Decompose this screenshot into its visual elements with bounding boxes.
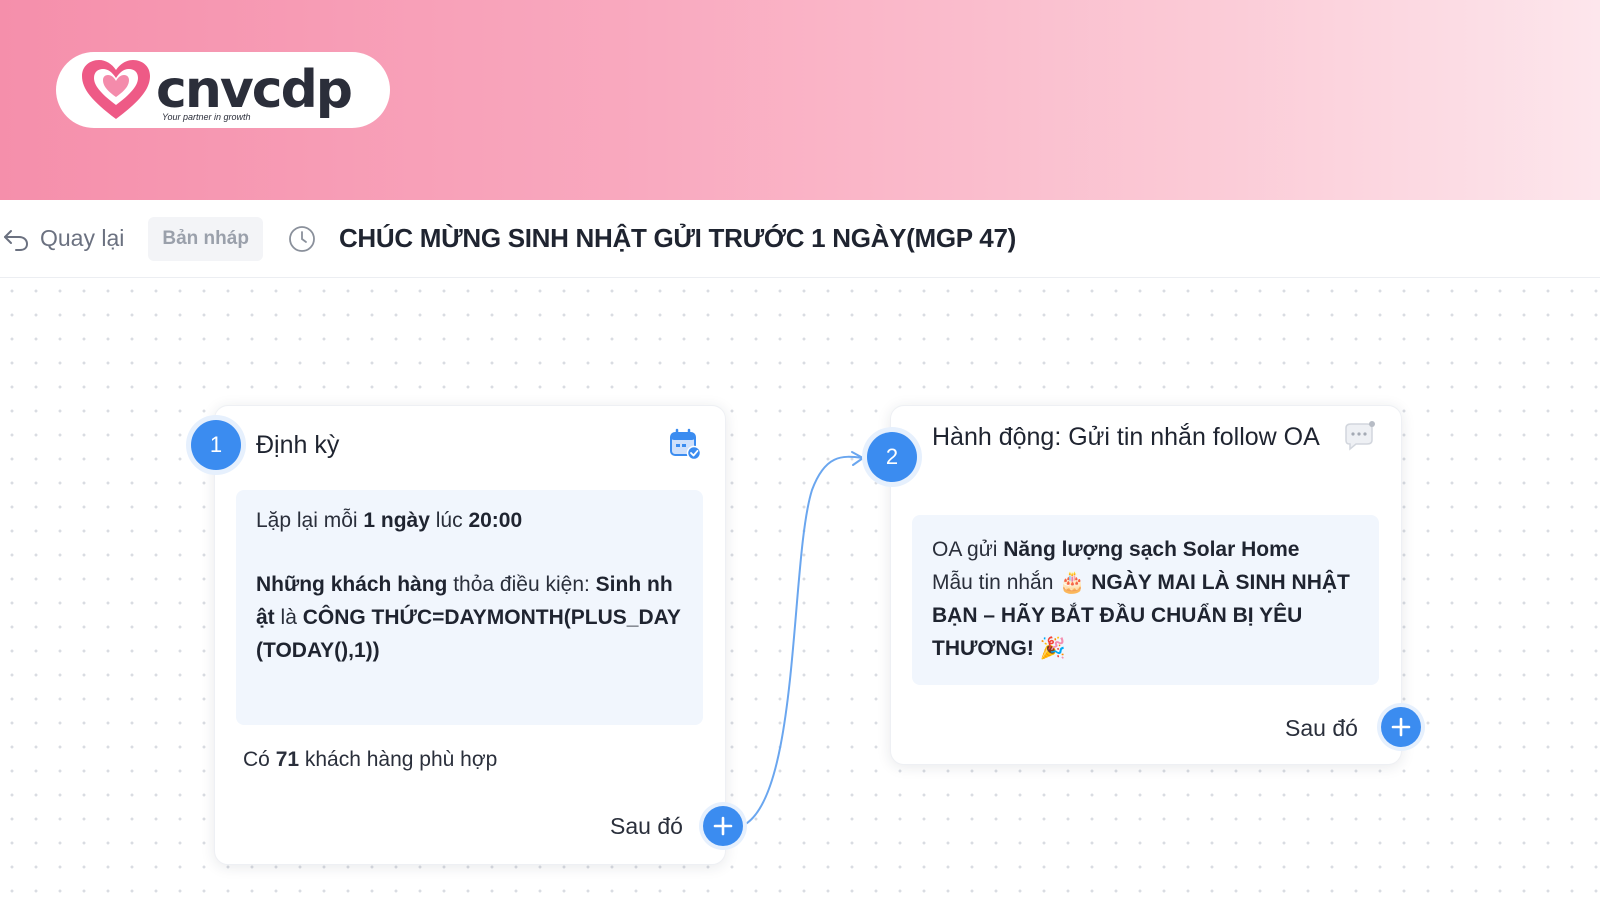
logo-tagline: Your partner in growth [162,112,251,122]
cake-emoji: 🎂 [1059,570,1086,594]
add-next-step-button[interactable] [703,806,743,846]
sender-name: Năng lượng sạch Solar Home [1003,538,1300,561]
sender-line: OA gửi Năng lượng sạch Solar Home [932,533,1359,566]
condition-operator: là [274,606,303,629]
heart-logo-icon [82,60,150,119]
node-title-action: Hành động: Gửi tin nhắn follow OA [932,423,1320,451]
party-emoji: 🎉 [1039,636,1066,660]
count-prefix: Có [243,748,276,771]
step-badge-1: 1 [191,420,241,470]
schedule-details: Lặp lại mỗi 1 ngày lúc 20:00 Những khách… [236,490,703,725]
plus-icon [1391,717,1411,737]
status-badge: Bản nháp [148,216,263,261]
template-prefix: Mẫu tin nhắn [932,571,1060,594]
count-value: 71 [275,748,300,771]
count-suffix: khách hàng phù hợp [299,748,498,771]
back-label: Quay lại [40,225,125,251]
step-badge-2: 2 [867,432,917,482]
page-title[interactable]: CHÚC MỪNG SINH NHẬT GỬI TRƯỚC 1 NGÀY(MGP… [339,223,1016,254]
next-step-label: Sau đó [610,813,683,839]
repeat-time: 20:00 [468,509,523,532]
brand-logo: cnvcdp Your partner in growth [56,52,390,128]
message-details: OA gửi Năng lượng sạch Solar Home Mẫu ti… [912,515,1379,685]
condition-subject: Những khách hàng [256,573,448,596]
segment-condition: Những khách hàng thỏa điều kiện: Sinh nh… [256,568,683,667]
back-button[interactable]: Quay lại [2,225,124,253]
chat-bubble-icon [1345,421,1375,451]
add-next-step-button-2[interactable] [1381,707,1421,747]
matched-customers: Có 71 khách hàng phù hợp [243,748,497,772]
calendar-check-icon [670,428,702,461]
sender-prefix: OA gửi [932,538,1004,561]
template-line: Mẫu tin nhắn 🎂 NGÀY MAI LÀ SINH NHẬT BẠN… [932,566,1359,665]
node-title-schedule: Định kỳ [256,431,340,459]
repeat-interval: 1 ngày [363,509,430,532]
clock-icon[interactable] [287,224,317,254]
repeat-mid: lúc [429,509,469,532]
repeat-rule: Lặp lại mỗi 1 ngày lúc 20:00 [256,504,683,537]
next-step-label-2: Sau đó [1285,715,1358,741]
repeat-prefix: Lặp lại mỗi [256,509,364,532]
journey-header: Quay lại Bản nháp CHÚC MỪNG SINH NHẬT GỬ… [0,200,1600,278]
condition-value: CÔNG THỨC=DAYMONTH(PLUS_DAY(TODAY(),1)) [256,606,681,662]
undo-arrow-icon [4,229,29,251]
plus-icon [713,816,733,836]
brand-banner: cnvcdp Your partner in growth [0,0,1600,200]
condition-mid: thỏa điều kiện: [447,573,596,596]
logo-wordmark: cnvcdp [156,60,353,120]
